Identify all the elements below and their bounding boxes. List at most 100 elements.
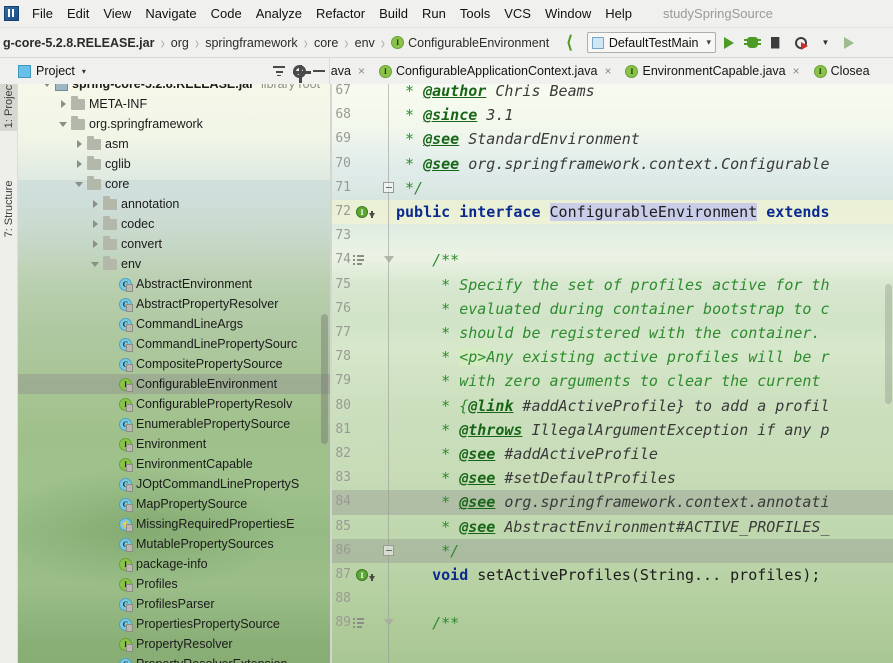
close-icon[interactable]: × [358, 65, 365, 77]
close-icon[interactable]: × [793, 65, 800, 77]
editor-code-area[interactable]: * @author Chris Beams * @since 3.1 * @se… [396, 84, 893, 663]
implemented-marker[interactable]: I [356, 563, 386, 587]
tree-row[interactable]: env [18, 254, 330, 274]
back-arrow-icon[interactable]: ⟨ [566, 34, 573, 51]
menu-item-vcs[interactable]: VCS [497, 3, 538, 25]
editor-gutter[interactable]: 67 68 69 70 71 72 I 73 74 75 76 77 78 79 80 81 82 83 84 85 8… [332, 84, 389, 663]
tree-row[interactable]: C PropertyResolverExtension [18, 654, 330, 663]
tree-row[interactable]: C EnumerablePropertySource [18, 414, 330, 434]
tree-expand-open-icon[interactable] [74, 179, 85, 190]
tree-expand-closed-icon[interactable] [90, 219, 101, 230]
tree-expand-closed-icon[interactable] [74, 139, 85, 150]
menu-item-file[interactable]: File [25, 3, 60, 25]
menu-item-build[interactable]: Build [372, 3, 415, 25]
tree-row[interactable]: C MapPropertySource [18, 494, 330, 514]
tree-expand-closed-icon[interactable] [90, 199, 101, 210]
code-fold-marker[interactable] [383, 544, 394, 556]
tree-row[interactable]: ⚡ MissingRequiredPropertiesE [18, 514, 330, 534]
line-number: 79 [335, 373, 351, 389]
editor-tab-configurableapplicationcontext[interactable]: I ConfigurableApplicationContext.java × [371, 58, 618, 84]
tree-row[interactable]: I ConfigurablePropertyResolv [18, 394, 330, 414]
menu-item-tools[interactable]: Tools [453, 3, 497, 25]
javadoc-marker[interactable] [353, 611, 383, 635]
editor-tab-closeable[interactable]: I Closea [806, 58, 876, 84]
project-tree[interactable]: spring-core-5.2.8.RELEASE.jar library roo… [18, 84, 330, 663]
debug-button[interactable] [742, 32, 764, 54]
breadcrumb-item-configurableenvironment[interactable]: I ConfigurableEnvironment [388, 34, 552, 52]
rail-button-structure[interactable]: 7: Structure [0, 181, 17, 238]
tree-row[interactable]: org.springframework [18, 114, 330, 134]
tree-vertical-scrollbar[interactable] [321, 314, 328, 444]
line-number: 68 [335, 107, 351, 123]
project-tree-panel[interactable]: spring-core-5.2.8.RELEASE.jar library roo… [18, 84, 330, 663]
tree-expand-closed-icon[interactable] [74, 159, 85, 170]
hide-button[interactable] [309, 61, 329, 81]
tree-row[interactable]: spring-core-5.2.8.RELEASE.jar library roo… [18, 84, 330, 94]
tree-row[interactable]: C CommandLinePropertySourc [18, 334, 330, 354]
code-fold-marker[interactable] [383, 181, 394, 193]
code-editor[interactable]: 67 68 69 70 71 72 I 73 74 75 76 77 78 79 80 81 82 83 84 85 8… [332, 84, 893, 663]
tree-row[interactable]: annotation [18, 194, 330, 214]
breadcrumb-item-core[interactable]: core [311, 34, 341, 52]
tree-expand-open-icon[interactable] [58, 119, 69, 130]
code-fold-marker[interactable] [383, 254, 394, 265]
run-configuration-selector[interactable]: DefaultTestMain ▾ [586, 32, 716, 53]
tree-row[interactable]: I Environment [18, 434, 330, 454]
tree-row[interactable]: META-INF [18, 94, 330, 114]
gear-icon [292, 64, 311, 83]
editor-tab-java[interactable]: java × [330, 58, 371, 84]
tree-row-label: PropertyResolverExtension [136, 657, 287, 663]
tree-row[interactable]: I PropertyResolver [18, 634, 330, 654]
profiler-button[interactable] [790, 32, 812, 54]
javadoc-marker[interactable] [353, 248, 383, 272]
menu-item-edit[interactable]: Edit [60, 3, 96, 25]
breadcrumb-item-jar[interactable]: g-core-5.2.8.RELEASE.jar [0, 34, 157, 52]
menu-item-view[interactable]: View [96, 3, 138, 25]
tree-row[interactable]: C ProfilesParser [18, 594, 330, 614]
tree-row[interactable]: C PropertiesPropertySource [18, 614, 330, 634]
tree-row[interactable]: C MutablePropertySources [18, 534, 330, 554]
collapse-all-button[interactable] [269, 61, 289, 81]
menu-item-window[interactable]: Window [538, 3, 598, 25]
close-icon[interactable]: × [604, 65, 611, 77]
run-with-coverage-button[interactable] [766, 32, 788, 54]
tree-expand-open-icon[interactable] [42, 84, 53, 90]
tree-row[interactable]: I EnvironmentCapable [18, 454, 330, 474]
menu-item-run[interactable]: Run [415, 3, 453, 25]
run-dim-button[interactable] [838, 32, 860, 54]
tree-row[interactable]: C CommandLineArgs [18, 314, 330, 334]
breadcrumb-item-springframework[interactable]: springframework [202, 34, 300, 52]
settings-button[interactable] [289, 61, 311, 83]
tree-row[interactable]: asm [18, 134, 330, 154]
editor-tab-environmentcapable[interactable]: I EnvironmentCapable.java × [617, 58, 805, 84]
menu-item-code[interactable]: Code [204, 3, 249, 25]
tree-row[interactable]: cglib [18, 154, 330, 174]
tree-row[interactable]: C AbstractEnvironment [18, 274, 330, 294]
run-button[interactable] [718, 32, 740, 54]
menu-item-analyze[interactable]: Analyze [249, 3, 309, 25]
editor-vertical-scrollbar[interactable] [885, 284, 892, 404]
tree-row[interactable]: Ipackage-info [18, 554, 330, 574]
menu-item-refactor[interactable]: Refactor [309, 3, 372, 25]
tree-row[interactable]: codec [18, 214, 330, 234]
profiler-dropdown-button[interactable]: ▼ [814, 32, 836, 54]
breadcrumb-item-env[interactable]: env [352, 34, 378, 52]
implemented-marker[interactable]: I [356, 200, 386, 224]
chevron-down-icon[interactable]: ▾ [82, 67, 86, 76]
tree-row[interactable]: C JOptCommandLinePropertyS [18, 474, 330, 494]
tree-row[interactable]: C CompositePropertySource [18, 354, 330, 374]
tree-expand-closed-icon[interactable] [58, 99, 69, 110]
menu-item-help[interactable]: Help [598, 3, 639, 25]
tree-row[interactable]: C AbstractPropertyResolver [18, 294, 330, 314]
code-fold-marker[interactable] [383, 617, 394, 628]
breadcrumb-item-org[interactable]: org [168, 34, 192, 52]
interface-icon: I [119, 377, 133, 392]
tree-row[interactable]: I Profiles [18, 574, 330, 594]
menu-item-navigate[interactable]: Navigate [138, 3, 203, 25]
rail-button-project[interactable]: 1: Project [0, 84, 17, 131]
tree-row[interactable]: core [18, 174, 330, 194]
tree-row[interactable]: I ConfigurableEnvironment [18, 374, 330, 394]
tree-row[interactable]: convert [18, 234, 330, 254]
tree-expand-open-icon[interactable] [90, 259, 101, 270]
tree-expand-closed-icon[interactable] [90, 239, 101, 250]
